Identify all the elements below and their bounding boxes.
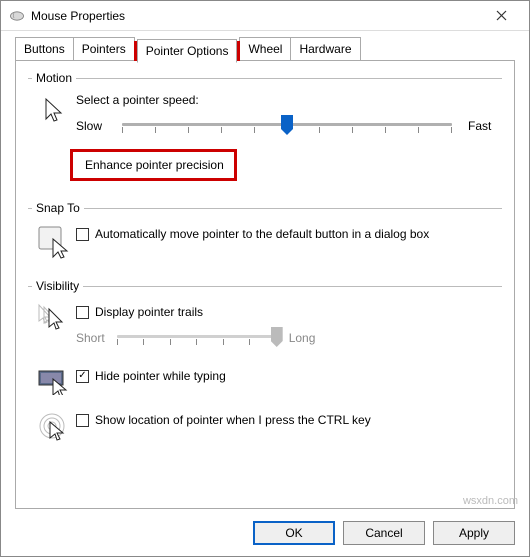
trails-length-slider	[117, 325, 277, 351]
titlebar: Mouse Properties	[1, 1, 529, 31]
hide-typing-checkbox[interactable]: ✓	[76, 370, 89, 383]
tab-pointers[interactable]: Pointers	[73, 37, 135, 61]
ok-button[interactable]: OK	[253, 521, 335, 545]
speed-fast-label: Fast	[462, 119, 498, 133]
mouse-icon	[9, 10, 25, 22]
motion-legend: Motion	[32, 71, 76, 85]
snap-to-checkbox[interactable]	[76, 228, 89, 241]
ctrl-locate-label: Show location of pointer when I press th…	[95, 413, 371, 427]
tab-buttons[interactable]: Buttons	[15, 37, 74, 61]
tab-pointer-options[interactable]: Pointer Options	[134, 41, 241, 61]
ctrl-locate-icon	[32, 409, 76, 443]
trails-icon	[32, 301, 76, 333]
ctrl-locate-checkbox[interactable]	[76, 414, 89, 427]
hide-typing-icon	[32, 365, 76, 395]
group-snap-to: Snap To Automatically move pointer to th…	[28, 201, 502, 265]
tab-content: Motion Select a pointer speed: Slow	[15, 60, 515, 509]
enhance-precision-label: Enhance pointer precision	[85, 158, 224, 172]
hide-typing-label: Hide pointer while typing	[95, 369, 226, 383]
display-trails-label: Display pointer trails	[95, 305, 203, 319]
pointer-speed-slider[interactable]	[122, 113, 452, 139]
visibility-legend: Visibility	[32, 279, 83, 293]
tab-hardware[interactable]: Hardware	[290, 37, 360, 61]
close-button[interactable]	[481, 2, 521, 30]
snap-to-label: Automatically move pointer to the defaul…	[95, 227, 429, 241]
close-icon	[496, 10, 507, 21]
display-trails-checkbox[interactable]	[76, 306, 89, 319]
snap-legend: Snap To	[32, 201, 84, 215]
dialog-footer: OK Cancel Apply	[1, 510, 529, 556]
tab-wheel[interactable]: Wheel	[239, 37, 291, 61]
group-motion: Motion Select a pointer speed: Slow	[28, 71, 502, 187]
speed-slow-label: Slow	[76, 119, 112, 133]
group-visibility: Visibility Display pointer trails	[28, 279, 502, 449]
cancel-button[interactable]: Cancel	[343, 521, 425, 545]
trails-short-label: Short	[76, 331, 105, 345]
apply-button[interactable]: Apply	[433, 521, 515, 545]
motion-cursor-icon	[32, 93, 76, 125]
snap-icon	[32, 223, 76, 259]
trails-long-label: Long	[289, 331, 316, 345]
window-title: Mouse Properties	[31, 9, 481, 23]
tab-bar: Buttons Pointers Pointer Options Wheel H…	[1, 31, 529, 61]
mouse-properties-window: Mouse Properties Buttons Pointers Pointe…	[0, 0, 530, 557]
enhance-precision-highlight: Enhance pointer precision	[70, 149, 237, 181]
speed-label: Select a pointer speed:	[76, 93, 498, 107]
